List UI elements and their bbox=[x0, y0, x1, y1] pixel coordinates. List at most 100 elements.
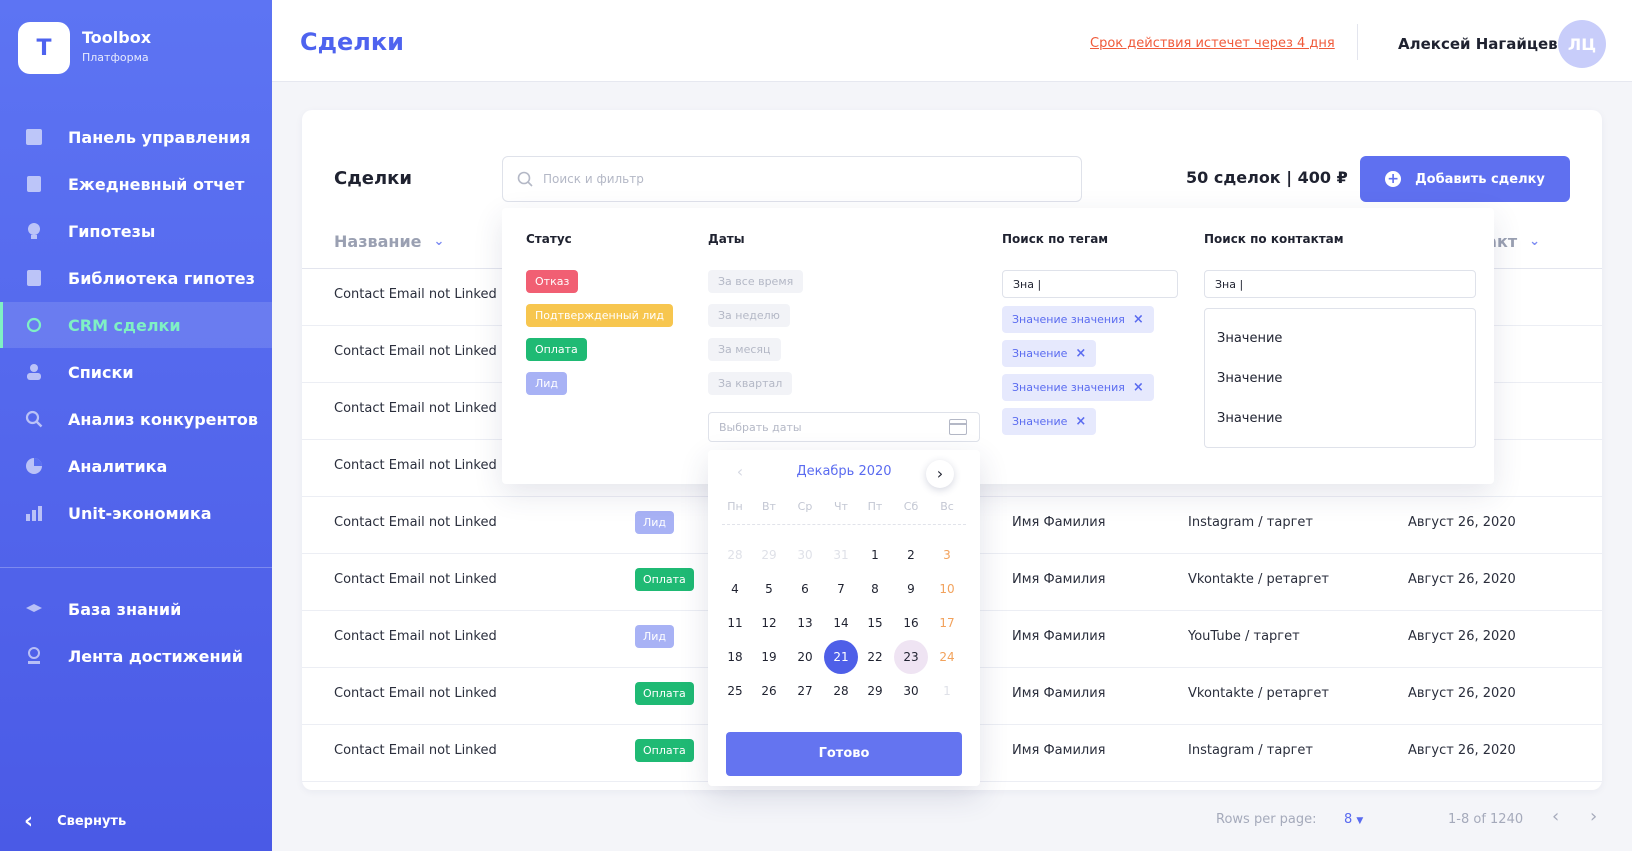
sidebar-item-competitors[interactable]: Анализ конкурентов bbox=[0, 396, 272, 442]
graduation-cap-icon bbox=[24, 599, 44, 619]
sidebar-divider bbox=[0, 567, 272, 568]
contacts-option[interactable]: Значение bbox=[1217, 371, 1282, 386]
deal-date: Август 26, 2020 bbox=[1408, 572, 1516, 587]
calendar-day[interactable]: 25 bbox=[718, 674, 752, 708]
calendar-day[interactable]: 30 bbox=[894, 674, 928, 708]
search-box[interactable] bbox=[502, 156, 1082, 202]
calendar-day[interactable]: 29 bbox=[752, 538, 786, 572]
user-name[interactable]: Алексей Нагайцев bbox=[1398, 35, 1558, 53]
status-tag-payment[interactable]: Оплата bbox=[526, 338, 587, 361]
calendar-day[interactable]: 30 bbox=[788, 538, 822, 572]
calendar-day[interactable]: 1 bbox=[930, 674, 964, 708]
status-tag-confirmed-lead[interactable]: Подтвержденный лид bbox=[526, 304, 674, 327]
sidebar-item-knowledge-base[interactable]: База знаний bbox=[0, 586, 272, 632]
done-button[interactable]: Готово bbox=[726, 732, 962, 776]
logo: T bbox=[18, 22, 70, 74]
calendar-day[interactable]: 3 bbox=[930, 538, 964, 572]
calendar-day[interactable]: 10 bbox=[930, 572, 964, 606]
calendar-day[interactable]: 16 bbox=[894, 606, 928, 640]
chevron-left-icon: ‹ bbox=[24, 808, 34, 834]
calendar-day[interactable]: 17 bbox=[930, 606, 964, 640]
sidebar-item-label: Аналитика bbox=[68, 456, 168, 476]
date-option-week[interactable]: За неделю bbox=[708, 304, 790, 327]
pie-chart-icon bbox=[24, 456, 44, 476]
calendar-day[interactable]: 4 bbox=[718, 572, 752, 606]
close-icon[interactable]: × bbox=[1075, 414, 1086, 429]
calendar-day[interactable]: 14 bbox=[824, 606, 858, 640]
sidebar-item-achievements[interactable]: Лента достижений bbox=[0, 633, 272, 679]
calendar-day[interactable]: 15 bbox=[858, 606, 892, 640]
close-icon[interactable]: × bbox=[1133, 312, 1144, 327]
chevron-right-icon[interactable]: › bbox=[926, 460, 954, 488]
calendar-day[interactable]: 7 bbox=[824, 572, 858, 606]
collapse-label: Свернуть bbox=[57, 814, 127, 829]
calendar-day[interactable]: 6 bbox=[788, 572, 822, 606]
date-option-month[interactable]: За месяц bbox=[708, 338, 781, 361]
date-option-all-time[interactable]: За все время bbox=[708, 270, 804, 293]
sidebar-item-hypotheses-library[interactable]: Библиотека гипотез bbox=[0, 255, 272, 301]
rows-per-page-select[interactable]: 8 ▼ bbox=[1344, 812, 1363, 827]
subscription-expire-link[interactable]: Срок действия истечет через 4 дня bbox=[1090, 36, 1335, 51]
calendar-day[interactable]: 8 bbox=[858, 572, 892, 606]
tag-chip-label: Значение bbox=[1012, 347, 1068, 360]
sidebar-item-daily-report[interactable]: Ежедневный отчет bbox=[0, 161, 272, 207]
tag-chip[interactable]: Значение значения × bbox=[1002, 374, 1154, 401]
calendar-day-range-end[interactable]: 23 bbox=[894, 640, 928, 674]
close-icon[interactable]: × bbox=[1075, 346, 1086, 361]
contacts-option[interactable]: Значение bbox=[1217, 331, 1282, 346]
calendar-day[interactable]: 28 bbox=[718, 538, 752, 572]
calendar-day[interactable]: 31 bbox=[824, 538, 858, 572]
sidebar-item-unit-economics[interactable]: Unit-экономика bbox=[0, 490, 272, 536]
calendar-day[interactable]: 1 bbox=[858, 538, 892, 572]
calendar-day-selected[interactable]: 21 bbox=[824, 640, 858, 674]
calendar-day[interactable]: 29 bbox=[858, 674, 892, 708]
add-deal-button[interactable]: + Добавить сделку bbox=[1360, 156, 1570, 202]
calendar-day[interactable]: 22 bbox=[858, 640, 892, 674]
avatar[interactable]: ЛЦ bbox=[1558, 20, 1606, 68]
sidebar-item-hypotheses[interactable]: Гипотезы bbox=[0, 208, 272, 254]
status-tag-refused[interactable]: Отказ bbox=[526, 270, 579, 293]
tag-chip[interactable]: Значение × bbox=[1002, 408, 1097, 435]
calendar-day[interactable]: 26 bbox=[752, 674, 786, 708]
tag-chip[interactable]: Значение значения × bbox=[1002, 306, 1154, 333]
sidebar-item-lists[interactable]: Списки bbox=[0, 349, 272, 395]
contacts-search-input[interactable]: Зна | bbox=[1204, 270, 1476, 298]
deals-summary: 50 сделок | 400 ₽ bbox=[1186, 168, 1348, 187]
calendar-day[interactable]: 28 bbox=[824, 674, 858, 708]
weekday-label: Сб bbox=[903, 500, 919, 513]
calendar-day[interactable]: 18 bbox=[718, 640, 752, 674]
collapse-button[interactable]: ‹ Свернуть bbox=[24, 808, 127, 834]
calendar-day[interactable]: 12 bbox=[752, 606, 786, 640]
tag-chip-label: Значение значения bbox=[1012, 313, 1125, 326]
sidebar-item-analytics[interactable]: Аналитика bbox=[0, 443, 272, 489]
calendar-day[interactable]: 11 bbox=[718, 606, 752, 640]
chevron-right-icon[interactable]: › bbox=[1590, 806, 1597, 827]
calendar-day[interactable]: 27 bbox=[788, 674, 822, 708]
search-input[interactable] bbox=[543, 172, 1063, 186]
tag-chip[interactable]: Значение × bbox=[1002, 340, 1097, 367]
search-icon bbox=[517, 171, 533, 187]
column-header-name[interactable]: Название ⌄ bbox=[334, 232, 444, 251]
calendar-day[interactable]: 5 bbox=[752, 572, 786, 606]
sidebar-item-dashboard[interactable]: Панель управления bbox=[0, 114, 272, 160]
sidebar-item-crm[interactable]: CRM сделки bbox=[0, 302, 272, 348]
calendar-day[interactable]: 19 bbox=[752, 640, 786, 674]
tags-search-input[interactable]: Зна | bbox=[1002, 270, 1178, 298]
contact-person: Имя Фамилия bbox=[1012, 743, 1106, 758]
close-icon[interactable]: × bbox=[1133, 380, 1144, 395]
calendar-day[interactable]: 2 bbox=[894, 538, 928, 572]
calendar-day[interactable]: 13 bbox=[788, 606, 822, 640]
deal-date: Август 26, 2020 bbox=[1408, 515, 1516, 530]
chevron-left-icon[interactable]: ‹ bbox=[1552, 806, 1559, 827]
calendar-day[interactable]: 24 bbox=[930, 640, 964, 674]
contacts-option[interactable]: Значение bbox=[1217, 411, 1282, 426]
sidebar-item-label: Анализ конкурентов bbox=[68, 409, 258, 429]
filter-panel: Статус Отказ Подтвержденный лид Оплата Л… bbox=[502, 208, 1494, 484]
date-range-input[interactable]: Выбрать даты bbox=[708, 412, 980, 442]
date-option-quarter[interactable]: За квартал bbox=[708, 372, 793, 395]
weekday-label: Вт bbox=[762, 500, 776, 513]
sidebar-item-label: Ежедневный отчет bbox=[68, 174, 245, 194]
status-tag-lead[interactable]: Лид bbox=[526, 372, 568, 395]
calendar-day[interactable]: 9 bbox=[894, 572, 928, 606]
calendar-day[interactable]: 20 bbox=[788, 640, 822, 674]
